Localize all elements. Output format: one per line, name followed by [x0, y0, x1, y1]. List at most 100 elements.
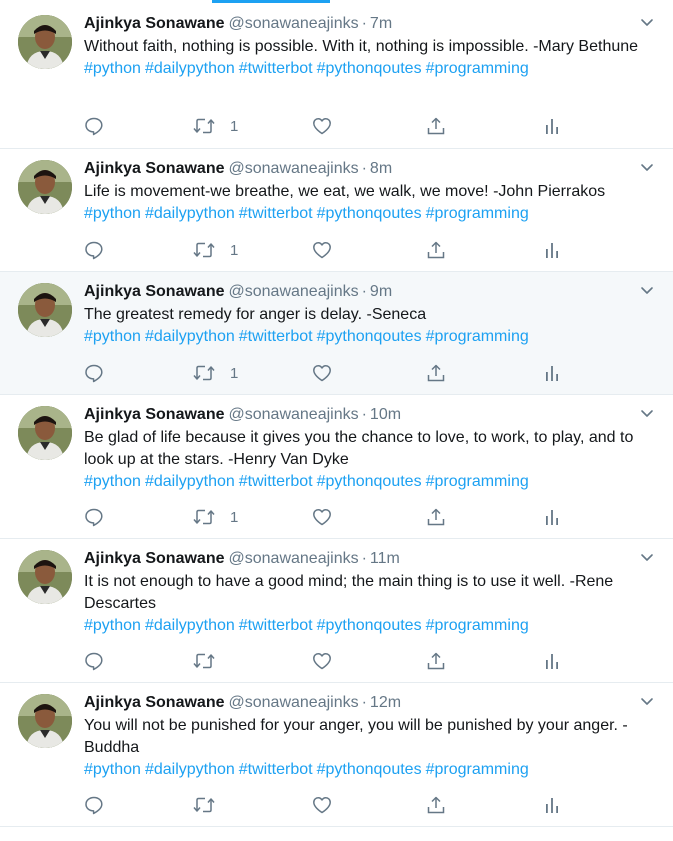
hashtag-link[interactable]: #programming: [426, 328, 529, 345]
hashtag-link[interactable]: #twitterbot: [239, 60, 313, 77]
tweet[interactable]: Ajinkya Sonawane @sonawaneajinks · 9m The g…: [0, 272, 673, 395]
share-button[interactable]: [426, 506, 446, 528]
hashtag-link[interactable]: #dailypython: [145, 761, 235, 778]
hashtag-link[interactable]: #pythonqoutes: [317, 60, 422, 77]
hashtag-link[interactable]: #python: [84, 205, 141, 222]
avatar[interactable]: [18, 550, 72, 604]
hashtag-link[interactable]: #twitterbot: [239, 617, 313, 634]
tweet[interactable]: Ajinkya Sonawane @sonawaneajinks · 12m You …: [0, 683, 673, 827]
analytics-button[interactable]: [542, 506, 562, 528]
hashtag-link[interactable]: #dailypython: [145, 60, 235, 77]
hashtag-link[interactable]: #programming: [426, 617, 529, 634]
author-handle[interactable]: @sonawaneajinks: [229, 283, 359, 300]
hashtag-link[interactable]: #dailypython: [145, 328, 235, 345]
hashtag-link[interactable]: #dailypython: [145, 205, 235, 222]
timestamp[interactable]: 9m: [370, 283, 392, 300]
hashtag-link[interactable]: #python: [84, 60, 141, 77]
retweet-button[interactable]: [192, 650, 230, 672]
tweet[interactable]: Ajinkya Sonawane @sonawaneajinks · 10m Be g…: [0, 395, 673, 539]
chevron-down-icon[interactable]: [639, 14, 655, 30]
avatar[interactable]: [18, 694, 72, 748]
action-bar: 1: [84, 239, 584, 261]
chevron-down-icon[interactable]: [639, 693, 655, 709]
avatar[interactable]: [18, 406, 72, 460]
reply-button[interactable]: [84, 115, 104, 137]
chevron-down-icon[interactable]: [639, 405, 655, 421]
timestamp[interactable]: 11m: [370, 550, 400, 567]
share-button[interactable]: [426, 650, 446, 672]
retweet-button[interactable]: 1: [192, 115, 238, 137]
author-name[interactable]: Ajinkya Sonawane: [84, 550, 225, 567]
author-handle[interactable]: @sonawaneajinks: [229, 160, 359, 177]
analytics-button[interactable]: [542, 794, 562, 816]
like-button[interactable]: [312, 794, 332, 816]
reply-button[interactable]: [84, 794, 104, 816]
retweet-button[interactable]: 1: [192, 239, 238, 261]
author-handle[interactable]: @sonawaneajinks: [229, 694, 359, 711]
author-name[interactable]: Ajinkya Sonawane: [84, 406, 225, 423]
timestamp[interactable]: 12m: [370, 694, 401, 711]
tweet[interactable]: Ajinkya Sonawane @sonawaneajinks · 11m It i…: [0, 539, 673, 683]
hashtag-link[interactable]: #pythonqoutes: [317, 205, 422, 222]
reply-button[interactable]: [84, 362, 104, 384]
timestamp[interactable]: 10m: [370, 406, 401, 423]
retweet-icon: [192, 507, 216, 527]
timestamp[interactable]: 7m: [370, 15, 392, 32]
chevron-down-icon[interactable]: [639, 549, 655, 565]
like-button[interactable]: [312, 362, 332, 384]
hashtag-link[interactable]: #dailypython: [145, 617, 235, 634]
tweet[interactable]: Ajinkya Sonawane @sonawaneajinks · 8m Life …: [0, 149, 673, 272]
avatar[interactable]: [18, 160, 72, 214]
author-handle[interactable]: @sonawaneajinks: [229, 550, 359, 567]
hashtag-link[interactable]: #programming: [426, 473, 529, 490]
hashtag-link[interactable]: #twitterbot: [239, 761, 313, 778]
hashtag-link[interactable]: #programming: [426, 205, 529, 222]
chevron-down-icon[interactable]: [639, 159, 655, 175]
hashtag-link[interactable]: #pythonqoutes: [317, 473, 422, 490]
hashtag-link[interactable]: #python: [84, 617, 141, 634]
analytics-button[interactable]: [542, 239, 562, 261]
hashtag-link[interactable]: #programming: [426, 761, 529, 778]
author-name[interactable]: Ajinkya Sonawane: [84, 694, 225, 711]
reply-button[interactable]: [84, 650, 104, 672]
hashtag-link[interactable]: #python: [84, 473, 141, 490]
avatar[interactable]: [18, 283, 72, 337]
analytics-button[interactable]: [542, 115, 562, 137]
author-name[interactable]: Ajinkya Sonawane: [84, 160, 225, 177]
like-button[interactable]: [312, 239, 332, 261]
retweet-button[interactable]: [192, 794, 230, 816]
retweet-button[interactable]: 1: [192, 362, 238, 384]
analytics-button[interactable]: [542, 650, 562, 672]
chevron-down-icon[interactable]: [639, 282, 655, 298]
hashtag-link[interactable]: #pythonqoutes: [317, 617, 422, 634]
hashtag-link[interactable]: #twitterbot: [239, 205, 313, 222]
analytics-button[interactable]: [542, 362, 562, 384]
avatar[interactable]: [18, 15, 72, 69]
share-button[interactable]: [426, 794, 446, 816]
author-name[interactable]: Ajinkya Sonawane: [84, 283, 225, 300]
share-icon: [426, 507, 446, 527]
author-name[interactable]: Ajinkya Sonawane: [84, 15, 225, 32]
reply-button[interactable]: [84, 506, 104, 528]
hashtag-link[interactable]: #programming: [426, 60, 529, 77]
hashtag-link[interactable]: #twitterbot: [239, 328, 313, 345]
author-handle[interactable]: @sonawaneajinks: [229, 15, 359, 32]
reply-button[interactable]: [84, 239, 104, 261]
like-button[interactable]: [312, 115, 332, 137]
hashtag-link[interactable]: #twitterbot: [239, 473, 313, 490]
share-button[interactable]: [426, 362, 446, 384]
tweet-feed: Ajinkya Sonawane @sonawaneajinks · 7m Witho…: [0, 4, 673, 827]
share-button[interactable]: [426, 239, 446, 261]
retweet-button[interactable]: 1: [192, 506, 238, 528]
author-handle[interactable]: @sonawaneajinks: [229, 406, 359, 423]
hashtag-link[interactable]: #pythonqoutes: [317, 761, 422, 778]
like-button[interactable]: [312, 506, 332, 528]
hashtag-link[interactable]: #python: [84, 328, 141, 345]
hashtag-link[interactable]: #python: [84, 761, 141, 778]
hashtag-link[interactable]: #pythonqoutes: [317, 328, 422, 345]
tweet[interactable]: Ajinkya Sonawane @sonawaneajinks · 7m Witho…: [0, 4, 673, 149]
timestamp[interactable]: 8m: [370, 160, 392, 177]
share-button[interactable]: [426, 115, 446, 137]
hashtag-link[interactable]: #dailypython: [145, 473, 235, 490]
like-button[interactable]: [312, 650, 332, 672]
